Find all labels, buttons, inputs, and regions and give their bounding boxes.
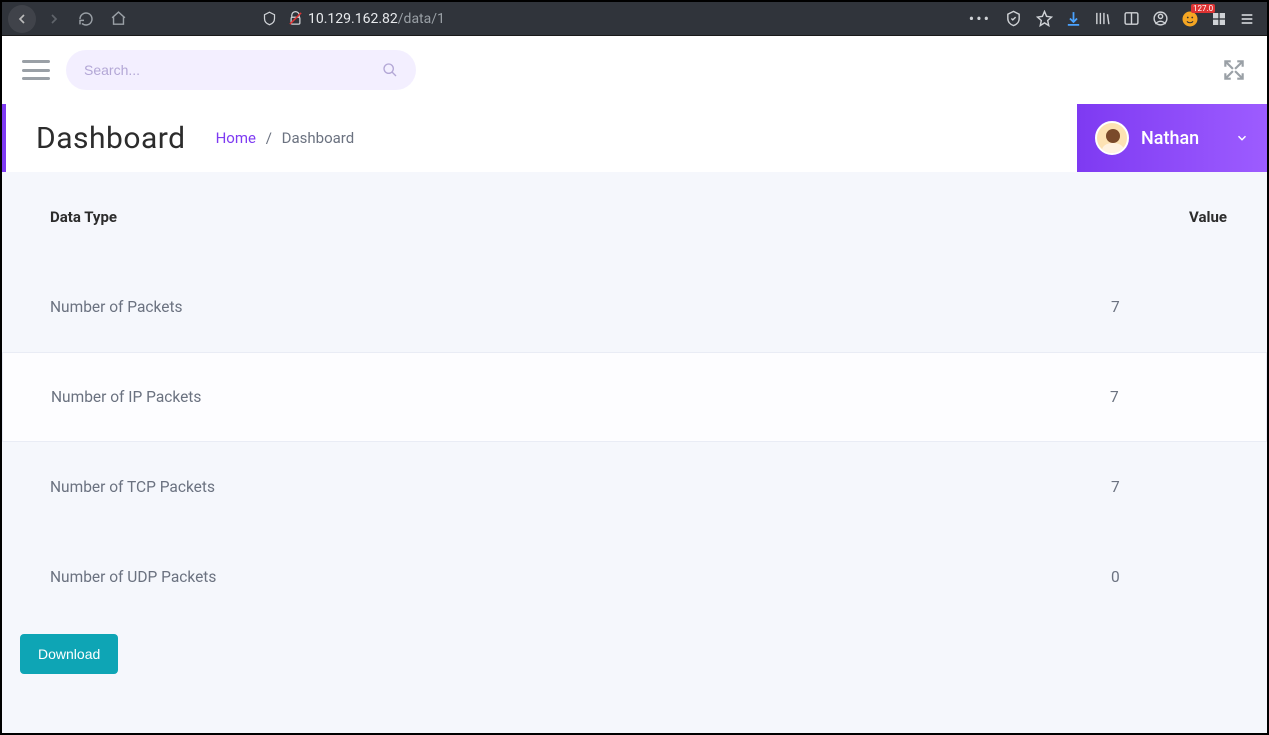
- table-row: Number of IP Packets7: [2, 352, 1267, 442]
- cell-value: 7: [1110, 388, 1230, 406]
- title-bar: Dashboard Home / Dashboard Nathan: [2, 104, 1267, 172]
- breadcrumb-separator: /: [266, 129, 272, 147]
- cell-data-type: Number of Packets: [50, 298, 1111, 316]
- table-row: Number of Packets7: [2, 262, 1267, 352]
- avatar: [1095, 121, 1129, 155]
- app-topbar: [2, 36, 1267, 104]
- nav-forward-button: [40, 5, 68, 33]
- cell-data-type: Number of IP Packets: [51, 388, 1110, 406]
- search-input[interactable]: [84, 62, 382, 78]
- extension-badge: 127.0: [1191, 4, 1215, 13]
- cell-data-type: Number of UDP Packets: [50, 568, 1111, 586]
- data-table: Data Type Value Number of Packets7Number…: [2, 172, 1267, 622]
- extension-icon[interactable]: 127.0: [1181, 10, 1199, 28]
- page-action-icons: •••: [969, 9, 1053, 28]
- nav-reload-button[interactable]: [72, 5, 100, 33]
- fullscreen-button[interactable]: [1221, 57, 1247, 83]
- cell-value: 7: [1111, 298, 1231, 316]
- search-box[interactable]: [66, 50, 416, 90]
- library-icon[interactable]: [1094, 10, 1111, 27]
- download-button[interactable]: Download: [20, 634, 118, 674]
- menu-toggle-button[interactable]: [22, 60, 50, 80]
- header-data-type: Data Type: [50, 208, 1111, 226]
- insecure-icon: [282, 11, 308, 26]
- menu-icon[interactable]: [1239, 11, 1255, 27]
- browser-right-icons: 127.0: [1065, 10, 1255, 28]
- downloads-icon[interactable]: [1065, 10, 1082, 27]
- search-icon: [382, 62, 398, 78]
- sidebar-icon[interactable]: [1123, 10, 1140, 27]
- table-header: Data Type Value: [2, 172, 1267, 262]
- table-row: Number of TCP Packets7: [2, 442, 1267, 532]
- user-menu[interactable]: Nathan: [1077, 104, 1267, 172]
- address-bar[interactable]: 10.129.162.82/data/1: [256, 11, 936, 27]
- nav-back-button[interactable]: [8, 5, 36, 33]
- bookmark-star-icon[interactable]: [1036, 10, 1053, 27]
- nav-home-button[interactable]: [104, 5, 132, 33]
- account-icon[interactable]: [1152, 10, 1169, 27]
- cell-data-type: Number of TCP Packets: [50, 478, 1111, 496]
- breadcrumb: Home / Dashboard: [216, 129, 355, 147]
- table-row: Number of UDP Packets0: [2, 532, 1267, 622]
- reader-shield-icon[interactable]: [1005, 10, 1022, 27]
- page-viewport: Dashboard Home / Dashboard Nathan Data T…: [2, 36, 1267, 733]
- cell-value: 7: [1111, 478, 1231, 496]
- user-name: Nathan: [1141, 128, 1199, 149]
- chevron-down-icon: [1235, 131, 1249, 145]
- browser-toolbar: 10.129.162.82/data/1 ••• 127.0: [2, 2, 1267, 36]
- cell-value: 0: [1111, 568, 1231, 586]
- addons-icon[interactable]: [1211, 11, 1227, 27]
- header-value: Value: [1111, 208, 1231, 226]
- shield-icon: [256, 11, 282, 26]
- breadcrumb-current: Dashboard: [282, 129, 355, 147]
- more-icon[interactable]: •••: [969, 9, 991, 28]
- content-area: Data Type Value Number of Packets7Number…: [2, 172, 1267, 733]
- breadcrumb-home-link[interactable]: Home: [216, 129, 256, 147]
- url-text: 10.129.162.82/data/1: [308, 11, 445, 27]
- page-title: Dashboard: [36, 121, 186, 156]
